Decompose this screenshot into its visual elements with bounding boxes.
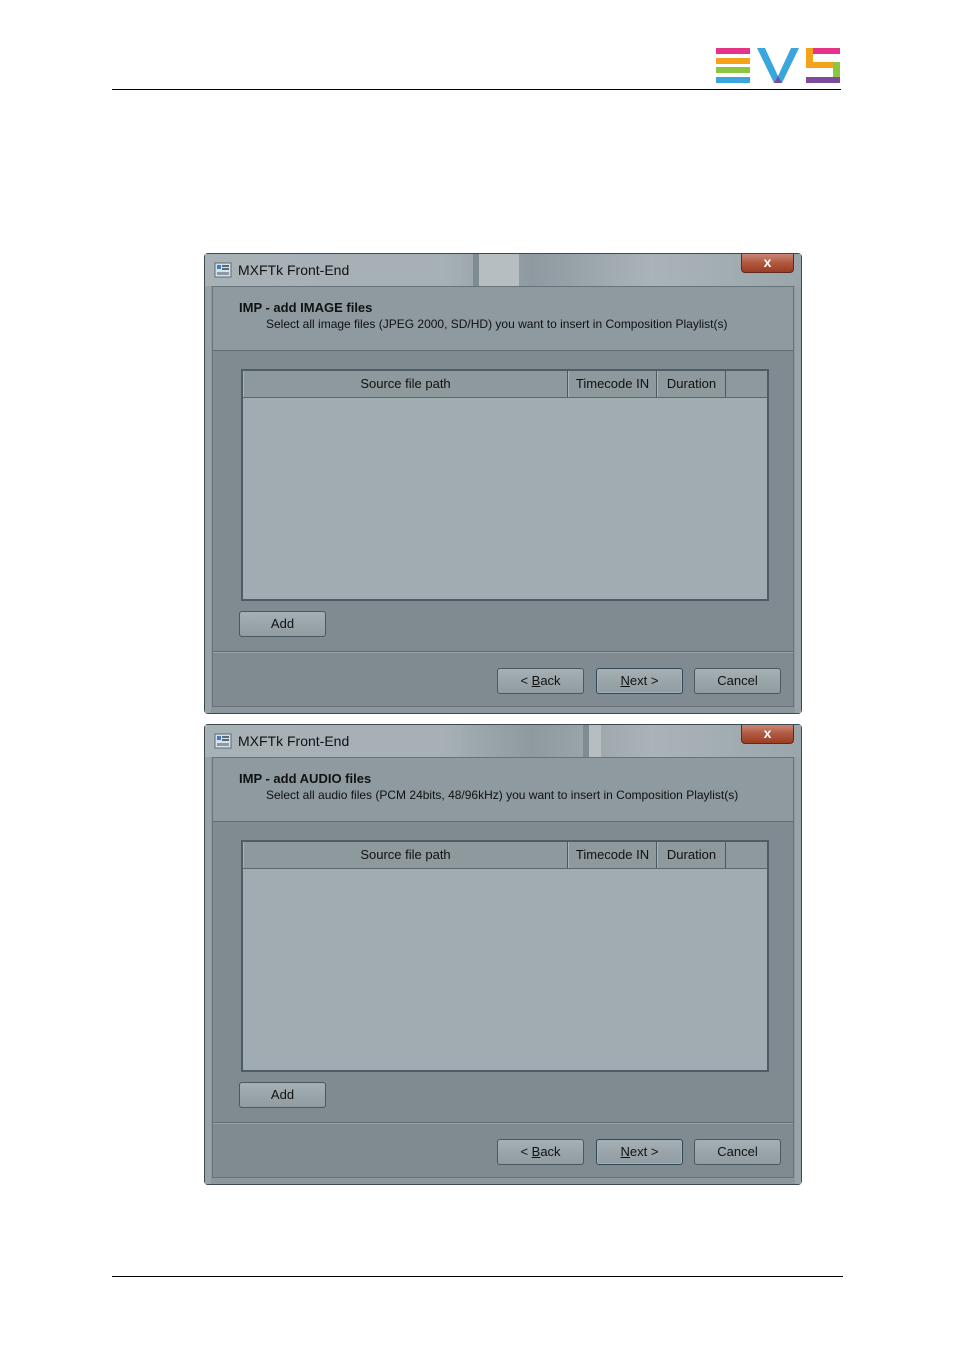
back-button[interactable]: < Back <box>497 1139 584 1165</box>
dialog-content: IMP - add IMAGE files Select all image f… <box>212 286 794 707</box>
wizard-header: IMP - add AUDIO files Select all audio f… <box>213 758 793 822</box>
table-header: Source file path Timecode IN Duration <box>243 842 767 869</box>
column-duration[interactable]: Duration <box>657 371 726 397</box>
back-button[interactable]: < Back <box>497 668 584 694</box>
add-button[interactable]: Add <box>239 611 326 637</box>
wizard-step-description: Select all audio files (PCM 24bits, 48/9… <box>266 788 739 802</box>
window-title: MXFTk Front-End <box>238 262 350 278</box>
close-button[interactable]: x <box>741 254 794 273</box>
dialog-window-image: MXFTk Front-End x IMP - add IMAGE files … <box>204 253 802 714</box>
cancel-button[interactable]: Cancel <box>694 668 781 694</box>
add-button[interactable]: Add <box>239 1082 326 1108</box>
wizard-header: IMP - add IMAGE files Select all image f… <box>213 287 793 351</box>
column-source-file-path[interactable]: Source file path <box>243 842 568 868</box>
files-table[interactable]: Source file path Timecode IN Duration <box>241 369 769 601</box>
dialog-window-audio: MXFTk Front-End x IMP - add AUDIO files … <box>204 724 802 1185</box>
column-timecode-in[interactable]: Timecode IN <box>568 371 657 397</box>
close-icon: x <box>763 254 772 270</box>
next-button[interactable]: Next > <box>596 1139 683 1165</box>
footer-rule <box>112 1276 843 1277</box>
close-button[interactable]: x <box>741 725 794 744</box>
next-button[interactable]: Next > <box>596 668 683 694</box>
column-timecode-in[interactable]: Timecode IN <box>568 842 657 868</box>
cancel-button[interactable]: Cancel <box>694 1139 781 1165</box>
close-icon: x <box>763 725 772 741</box>
window-title: MXFTk Front-End <box>238 733 350 749</box>
title-bar[interactable]: MXFTk Front-End x <box>205 725 801 757</box>
app-icon <box>214 262 232 278</box>
column-source-file-path[interactable]: Source file path <box>243 371 568 397</box>
table-header: Source file path Timecode IN Duration <box>243 371 767 398</box>
wizard-step-description: Select all image files (JPEG 2000, SD/HD… <box>266 317 728 331</box>
app-icon <box>214 733 232 749</box>
dialog-content: IMP - add AUDIO files Select all audio f… <box>212 757 794 1178</box>
header-rule <box>112 89 841 90</box>
files-table[interactable]: Source file path Timecode IN Duration <box>241 840 769 1072</box>
evs-logo <box>716 48 840 83</box>
wizard-step-title: IMP - add AUDIO files <box>239 771 372 786</box>
title-bar[interactable]: MXFTk Front-End x <box>205 254 801 286</box>
wizard-step-title: IMP - add IMAGE files <box>239 300 373 315</box>
column-duration[interactable]: Duration <box>657 842 726 868</box>
